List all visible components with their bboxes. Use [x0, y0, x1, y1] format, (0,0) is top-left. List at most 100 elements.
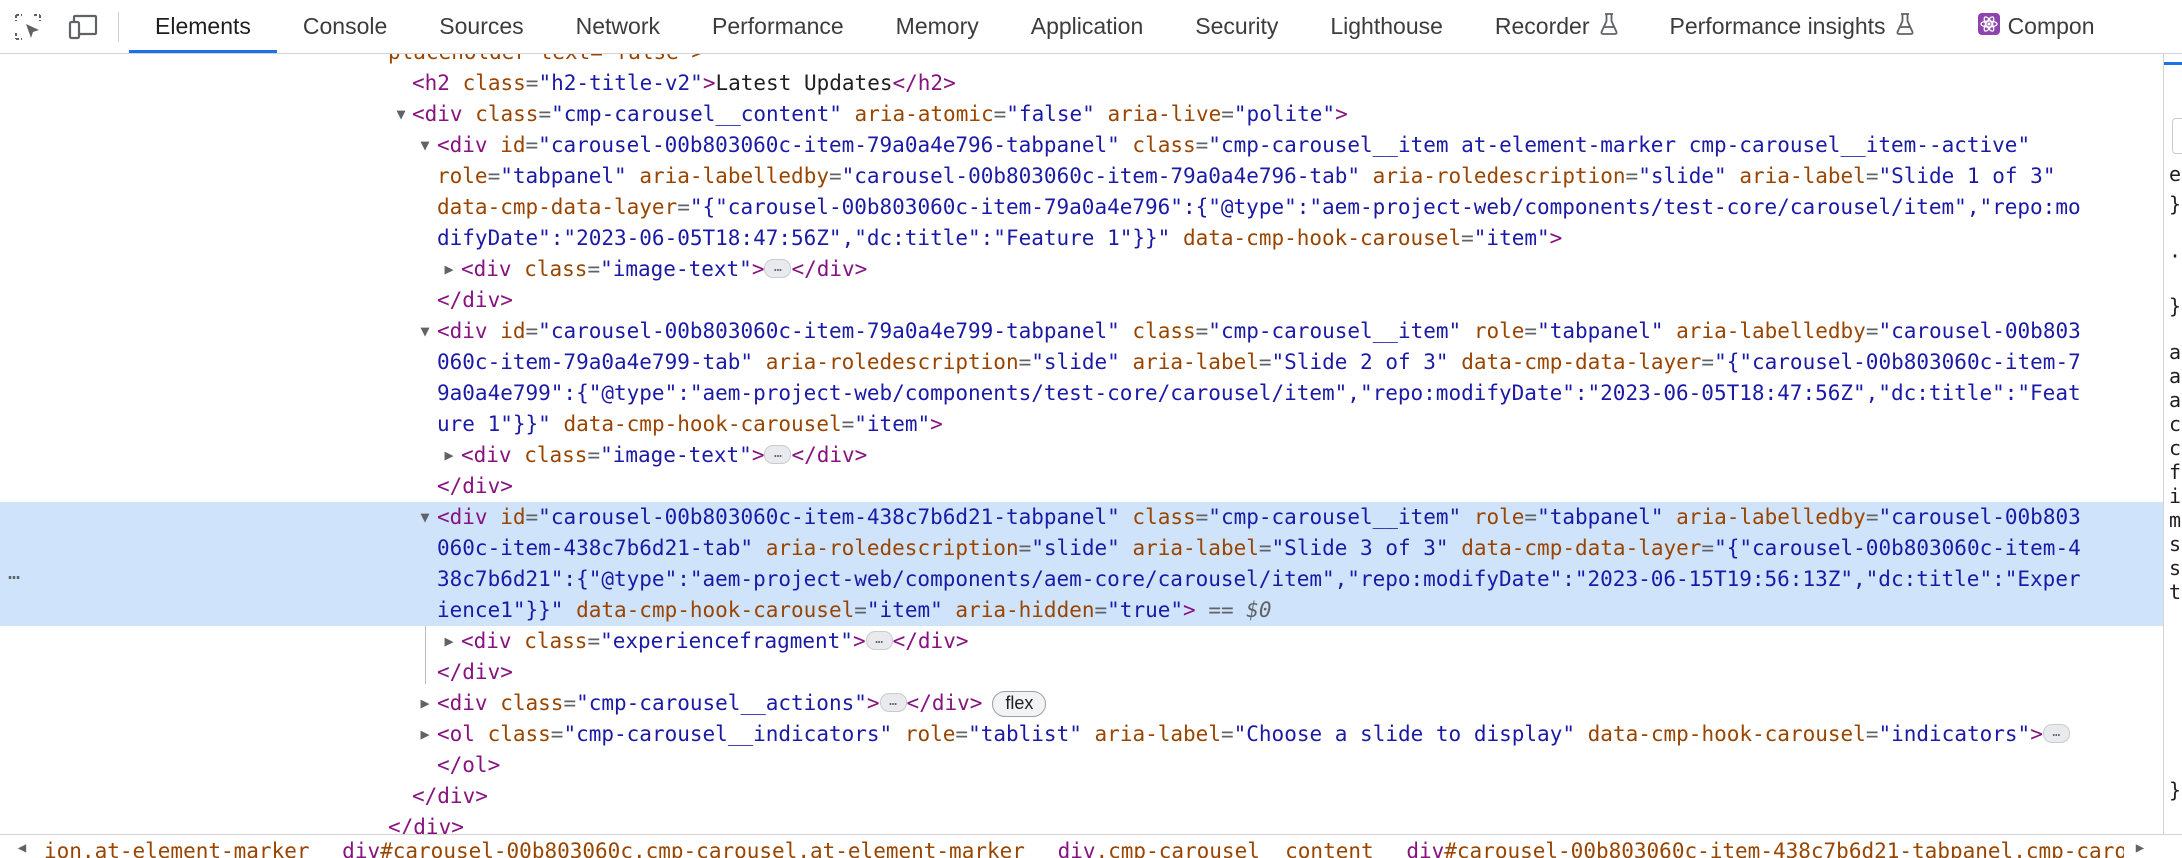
attr-name: data-cmp-hook-carousel — [563, 412, 842, 436]
breadcrumb: ◀ ion.at-element-marker div#carousel-00b… — [0, 834, 2182, 858]
tag-open: <div — [461, 443, 525, 467]
dom-line-wrap[interactable]: role="tabpanel" aria-labelledby="carouse… — [0, 161, 2163, 192]
dom-node-carousel-item-3-selected[interactable]: ▼ <div id="carousel-00b803060c-item-438c… — [0, 502, 2163, 533]
dom-node-close[interactable]: </div> — [0, 657, 2163, 688]
tab-components[interactable]: Compon — [1940, 0, 2121, 53]
breadcrumb-item[interactable]: div#carousel-00b803060c.cmp-carousel.at-… — [342, 839, 1025, 858]
node-actions-dots-icon[interactable]: … — [8, 560, 21, 584]
collapsed-ellipsis-button[interactable]: … — [764, 444, 792, 464]
text-node: Latest Updates — [715, 71, 893, 95]
tab-performance[interactable]: Performance — [686, 0, 870, 53]
tag-close: </div> — [892, 629, 969, 653]
tag-gt: > — [2030, 722, 2043, 746]
dom-line-wrap[interactable]: 060c-item-79a0a4e799-tab" aria-roledescr… — [0, 347, 2163, 378]
expand-triangle-icon[interactable]: ▶ — [414, 688, 436, 719]
dom-line-wrap[interactable]: 060c-item-438c7b6d21-tab" aria-roledescr… — [0, 533, 2163, 564]
tab-application[interactable]: Application — [1005, 0, 1170, 53]
dollar-zero-marker: == $0 — [1208, 598, 1272, 622]
attr-name: aria-roledescription — [765, 350, 1019, 374]
breadcrumb-item[interactable]: div#carousel-00b803060c-item-438c7b6d21-… — [1406, 839, 2124, 858]
tag-open: <div — [412, 102, 476, 126]
dom-node-h2[interactable]: <h2 class="h2-title-v2">Latest Updates</… — [0, 68, 2163, 99]
breadcrumb-item[interactable]: div.cmp-carousel__content — [1058, 839, 1374, 858]
tab-console[interactable]: Console — [277, 0, 413, 53]
dom-node-close[interactable]: </div> — [0, 781, 2163, 812]
collapsed-ellipsis-button[interactable]: … — [764, 258, 792, 278]
dom-line-wrap[interactable]: ience1"}}" data-cmp-hook-carousel="item"… — [0, 595, 2163, 626]
dom-node-close[interactable]: </div> — [0, 812, 2163, 834]
attr-value: "item" — [1473, 226, 1550, 250]
dom-line-wrap[interactable]: data-cmp-data-layer="{"carousel-00b80306… — [0, 192, 2163, 223]
dom-line-wrap[interactable]: 38c7b6d21":{"@type":"aem-project-web/com… — [0, 564, 2163, 595]
tab-security[interactable]: Security — [1169, 0, 1304, 53]
attr-name: id — [500, 505, 526, 529]
attr-name: aria-label — [1132, 350, 1259, 374]
expand-triangle-icon[interactable]: ▶ — [438, 440, 460, 471]
tag-gt: > — [702, 71, 716, 95]
breadcrumb-scroll-left-icon[interactable]: ◀ — [10, 837, 34, 858]
attr-value: "Slide 3 of 3" — [1271, 536, 1449, 560]
dom-node-close[interactable]: </div> — [0, 285, 2163, 316]
attr-name: data-cmp-hook-carousel — [1587, 722, 1866, 746]
crumb-tag: div — [1057, 839, 1096, 858]
tab-label: Security — [1195, 13, 1279, 39]
tab-sources[interactable]: Sources — [413, 0, 549, 53]
tab-recorder[interactable]: Recorder — [1469, 0, 1644, 53]
attr-name: aria-label — [1739, 164, 1866, 188]
dom-node-image-text[interactable]: ▶ <div class="image-text">… </div> — [0, 440, 2163, 471]
dom-node-close[interactable]: </div> — [0, 471, 2163, 502]
tab-lighthouse[interactable]: Lighthouse — [1304, 0, 1469, 53]
expand-triangle-icon[interactable]: ▼ — [414, 316, 436, 347]
flex-badge[interactable]: flex — [992, 691, 1047, 717]
tag-close: </ol> — [437, 753, 501, 777]
breadcrumb-scroll-right-icon[interactable]: ▶ — [2128, 837, 2152, 858]
attr-name: id — [500, 319, 526, 343]
dom-node-experiencefragment[interactable]: ▶ <div class="experiencefragment">… </div… — [0, 626, 2163, 657]
expand-triangle-icon[interactable]: ▶ — [438, 254, 460, 285]
attr-value: "cmp-carousel__actions" — [576, 691, 867, 715]
tag-open: <div — [461, 257, 525, 281]
dom-line-wrap[interactable]: 9a0a4e799":{"@type":"aem-project-web/com… — [0, 378, 2163, 409]
expand-triangle-icon[interactable]: ▼ — [390, 99, 412, 130]
collapsed-ellipsis-button[interactable]: … — [879, 692, 907, 712]
styles-char: c — [2169, 412, 2182, 436]
tag-open: <div — [437, 319, 501, 343]
expand-triangle-icon[interactable]: ▼ — [414, 502, 436, 533]
dom-node-carousel-item-1[interactable]: ▼ <div id="carousel-00b803060c-item-79a0… — [0, 130, 2163, 161]
dom-node-image-text[interactable]: ▶ <div class="image-text">… </div> — [0, 254, 2163, 285]
tag-close: </div> — [791, 257, 868, 281]
attr-value: "cmp-carousel__content" — [551, 102, 842, 126]
react-icon — [1977, 12, 2000, 41]
dom-line-wrap[interactable]: ure 1"}}" data-cmp-hook-carousel="item"> — [0, 409, 2163, 440]
collapsed-ellipsis-button[interactable]: … — [865, 630, 893, 650]
attr-name: aria-roledescription — [1372, 164, 1626, 188]
breadcrumb-item[interactable]: ion.at-element-marker — [44, 839, 310, 858]
tab-elements[interactable]: Elements — [129, 0, 277, 53]
attr-name: aria-atomic — [854, 102, 994, 126]
expand-triangle-icon[interactable]: ▶ — [414, 719, 436, 750]
expand-triangle-icon[interactable]: ▶ — [438, 626, 460, 657]
styles-char: · — [2169, 244, 2182, 268]
dom-node-carousel-item-2[interactable]: ▼ <div id="carousel-00b803060c-item-79a0… — [0, 316, 2163, 347]
device-toolbar-icon[interactable] — [56, 0, 112, 53]
styles-char: f — [2169, 460, 2182, 484]
dom-node-close[interactable]: </ol> — [0, 750, 2163, 781]
dom-node-carousel-actions[interactable]: ▶ <div class="cmp-carousel__actions">… </… — [0, 688, 2163, 719]
dom-node-carousel-content[interactable]: ▼ <div class="cmp-carousel__content" ari… — [0, 99, 2163, 130]
attr-value: "slide" — [1031, 350, 1120, 374]
expand-triangle-icon[interactable]: ▼ — [414, 130, 436, 161]
dom-line-wrap[interactable]: difyDate":"2023-06-05T18:47:56Z","dc:tit… — [0, 223, 2163, 254]
dom-line[interactable]: placeholder-text="false"> — [0, 54, 2163, 68]
collapsed-ellipsis-button[interactable]: … — [2042, 723, 2070, 743]
tab-network[interactable]: Network — [550, 0, 686, 53]
tag-close: </div> — [388, 815, 464, 834]
inspect-element-icon[interactable] — [0, 0, 56, 53]
styles-filter-box[interactable] — [2172, 118, 2182, 154]
tag-open: <div — [437, 505, 501, 529]
tab-label: Sources — [439, 13, 524, 39]
tag-gt: > — [1335, 102, 1348, 126]
dom-node-carousel-indicators[interactable]: ▶ <ol class="cmp-carousel__indicators" r… — [0, 719, 2163, 750]
tab-memory[interactable]: Memory — [870, 0, 1005, 53]
tab-performance-insights[interactable]: Performance insights — [1644, 0, 1940, 53]
styles-pane[interactable]: e } · } a a a c c f i m s s t } — [2163, 54, 2182, 834]
